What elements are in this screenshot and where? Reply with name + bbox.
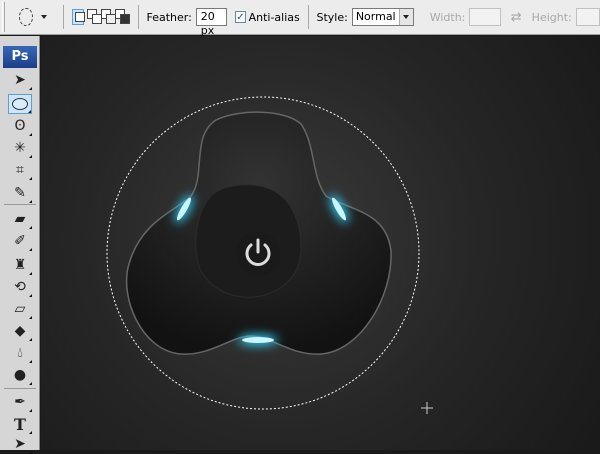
antialias-checkbox[interactable]: ✓ — [235, 11, 246, 23]
divider — [62, 5, 64, 29]
feather-input[interactable]: 20 px — [195, 8, 228, 37]
divider — [137, 5, 139, 29]
paint-bucket-tool-icon[interactable]: ◆ — [8, 321, 32, 341]
eraser-tool-icon[interactable]: ▱ — [8, 299, 32, 319]
options-bar: Feather: 20 px ✓ Anti-alias Style: Norma… — [0, 0, 600, 37]
dodge-tool-icon[interactable]: ● — [8, 365, 32, 385]
ellipse-tool-preset-icon[interactable] — [19, 8, 33, 26]
path-selection-tool-icon[interactable]: ➤ — [8, 434, 32, 454]
style-select[interactable]: Normal — [351, 8, 414, 26]
divider — [307, 5, 309, 29]
chevron-down-icon — [398, 9, 413, 25]
antialias-label: Anti-alias — [248, 10, 300, 24]
swap-icon[interactable]: ⇄ — [511, 10, 522, 25]
height-label: Height: — [531, 10, 572, 24]
height-input[interactable] — [575, 8, 600, 26]
pen-tool-icon[interactable]: ✒ — [8, 392, 32, 412]
add-to-selection-button[interactable] — [86, 9, 102, 25]
divider — [4, 388, 36, 389]
style-value: Normal — [355, 10, 396, 23]
blur-tool-icon[interactable]: 💧︎ — [8, 343, 32, 363]
brush-tool-icon[interactable]: ✐ — [8, 231, 32, 251]
photoshop-logo: Ps — [3, 46, 37, 68]
elliptical-marquee-tool-icon[interactable] — [8, 94, 32, 114]
lasso-tool-icon[interactable]: ʘ — [8, 116, 32, 136]
artwork — [106, 96, 433, 414]
intersect-selection-button[interactable] — [115, 9, 131, 25]
magic-wand-tool-icon[interactable]: ✳ — [8, 138, 32, 158]
new-selection-button[interactable] — [71, 9, 85, 25]
feather-label: Feather: — [146, 10, 192, 24]
width-input[interactable] — [469, 8, 501, 26]
divider — [4, 204, 36, 205]
move-tool-icon[interactable]: ➤ — [8, 70, 32, 90]
preset-dropdown-icon[interactable] — [40, 15, 47, 19]
document-canvas[interactable] — [41, 36, 600, 450]
healing-brush-tool-icon[interactable]: ▰ — [8, 209, 32, 229]
slice-tool-icon[interactable]: ✎ — [8, 183, 32, 203]
width-label: Width: — [429, 10, 466, 24]
power-icon — [236, 232, 280, 276]
crosshair-cursor-icon — [421, 402, 433, 414]
style-label: Style: — [316, 10, 348, 24]
options-grip[interactable] — [2, 2, 6, 32]
toolbox: Ps ➤ ʘ ✳ ⌗ ✎ ▰ ✐ ♜ ⟲ ▱ ◆ 💧︎ ● ✒ T ➤ — [0, 36, 40, 454]
clone-stamp-tool-icon[interactable]: ♜ — [8, 255, 32, 275]
type-tool-icon[interactable]: T — [8, 414, 32, 434]
subtract-from-selection-button[interactable] — [100, 9, 116, 25]
history-brush-tool-icon[interactable]: ⟲ — [8, 277, 32, 297]
crop-tool-icon[interactable]: ⌗ — [8, 160, 32, 180]
